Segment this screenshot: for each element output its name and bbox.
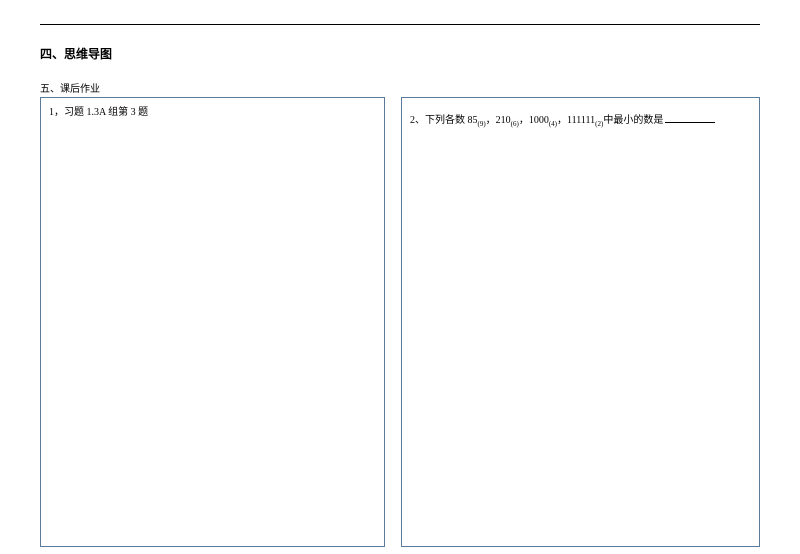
q2-subscript-1: (9) [478,120,486,128]
q2-sep2: ，1000 [519,115,549,126]
section-5-heading: 五、课后作业 [40,80,760,95]
worksheet-page: 四、思维导图 五、课后作业 1，习题 1.3A 组第 3 题 2、下列各数 85… [0,0,800,547]
q2-suffix: 中最小的数是 [603,115,663,126]
question-box-2: 2、下列各数 85(9)，210(6)，1000(4)，111111(2)中最小… [401,97,760,547]
question-2-text: 2、下列各数 85(9)，210(6)，1000(4)，111111(2)中最小… [410,112,751,131]
top-horizontal-rule [40,24,760,25]
section-4-heading: 四、思维导图 [40,45,760,62]
answer-blank [665,113,715,123]
q2-subscript-2: (6) [511,120,519,128]
q2-subscript-3: (4) [549,120,557,128]
q2-prefix: 2、下列各数 85 [410,115,478,126]
homework-boxes-container: 1，习题 1.3A 组第 3 题 2、下列各数 85(9)，210(6)，100… [40,97,760,547]
question-1-text: 1，习题 1.3A 组第 3 题 [49,104,376,122]
q2-sep3: ，111111 [557,115,595,126]
q2-sep1: ，210 [486,115,511,126]
question-box-1: 1，习题 1.3A 组第 3 题 [40,97,385,547]
